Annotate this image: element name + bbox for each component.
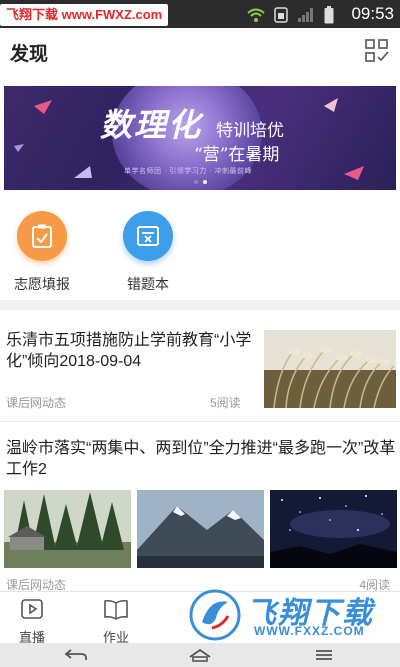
tab-homework[interactable]: 作业 [86, 598, 146, 646]
quick-action-label: 错题本 [127, 276, 169, 292]
banner-subline: 单学名师团 · 引领学习力 · 冲刺最前峰 [124, 168, 252, 175]
article-card[interactable]: 乐清市五项措施防止学前教育“小学化”倾向2018-09-04 课后网动态 5阅读 [0, 310, 400, 422]
quick-action-label: 志愿填报 [14, 276, 70, 292]
play-square-icon [21, 599, 43, 619]
status-bar: 飞翔下载 www.FWXZ.com 09:53 [0, 0, 400, 28]
promo-banner[interactable]: 数理化 特训培优 “营”在暑期 单学名师团 · 引领学习力 · 冲刺最前峰 [4, 86, 396, 190]
article-title: 乐清市五项措施防止学前教育“小学化”倾向2018-09-04 [6, 332, 252, 370]
quick-action-volunteer[interactable]: 志愿填报 [2, 208, 82, 294]
sim-icon [274, 7, 288, 23]
article-thumbnails [4, 490, 397, 568]
home-button[interactable] [180, 645, 220, 665]
banner-dot-1[interactable] [194, 180, 198, 184]
banner-subheadline: 特训培优 [216, 121, 284, 141]
starry-sky-photo [270, 490, 397, 568]
home-icon [189, 648, 211, 662]
article-source: 课后网动态 [6, 396, 67, 410]
section-divider [0, 300, 400, 310]
page-header: 发现 [0, 28, 400, 74]
status-time: 09:53 [351, 4, 394, 23]
snowy-mountain-photo [137, 490, 264, 568]
clipboard-check-icon [17, 211, 67, 261]
menu-lines-icon [316, 650, 332, 660]
wifi-icon [247, 8, 265, 22]
battery-icon [324, 6, 334, 24]
reed-grass-photo [264, 330, 396, 408]
signal-icon [298, 8, 313, 22]
open-book-icon [104, 599, 128, 620]
banner-tagline: “营”在暑期 [194, 145, 280, 165]
page-title: 发现 [10, 44, 49, 65]
banner-pagination [194, 180, 207, 184]
watermark-bottom: 飞翔下载 WWW.FXXZ.COM [184, 586, 396, 644]
watermark-url: WWW.FXXZ.COM [254, 624, 365, 638]
article-title: 温岭市落实“两集中、两到位”全力推进“最多跑一次”改革工作2 [6, 440, 396, 478]
status-icons [247, 6, 334, 24]
tab-live[interactable]: 直播 [2, 598, 62, 646]
watermark-top: 飞翔下载 www.FWXZ.com [0, 4, 169, 26]
quick-action-wrong-book[interactable]: 错题本 [108, 208, 188, 294]
back-button[interactable] [56, 645, 96, 665]
article-reads: 5阅读 [210, 396, 241, 410]
banner-dot-2[interactable] [203, 180, 207, 184]
banner-headline: 数理化 [100, 106, 203, 144]
system-nav-bar [0, 643, 400, 667]
back-arrow-icon [64, 649, 87, 660]
quick-actions: 志愿填报 错题本 [0, 208, 400, 298]
grid-check-icon[interactable] [364, 38, 390, 64]
menu-button[interactable] [304, 645, 344, 665]
watermark-logo-icon [189, 589, 241, 641]
forest-cabin-photo [4, 490, 131, 568]
article-card[interactable]: 温岭市落实“两集中、两到位”全力推进“最多跑一次”改革工作2 课后网动态 4阅读 [0, 422, 400, 592]
wrong-answer-book-icon [123, 211, 173, 261]
